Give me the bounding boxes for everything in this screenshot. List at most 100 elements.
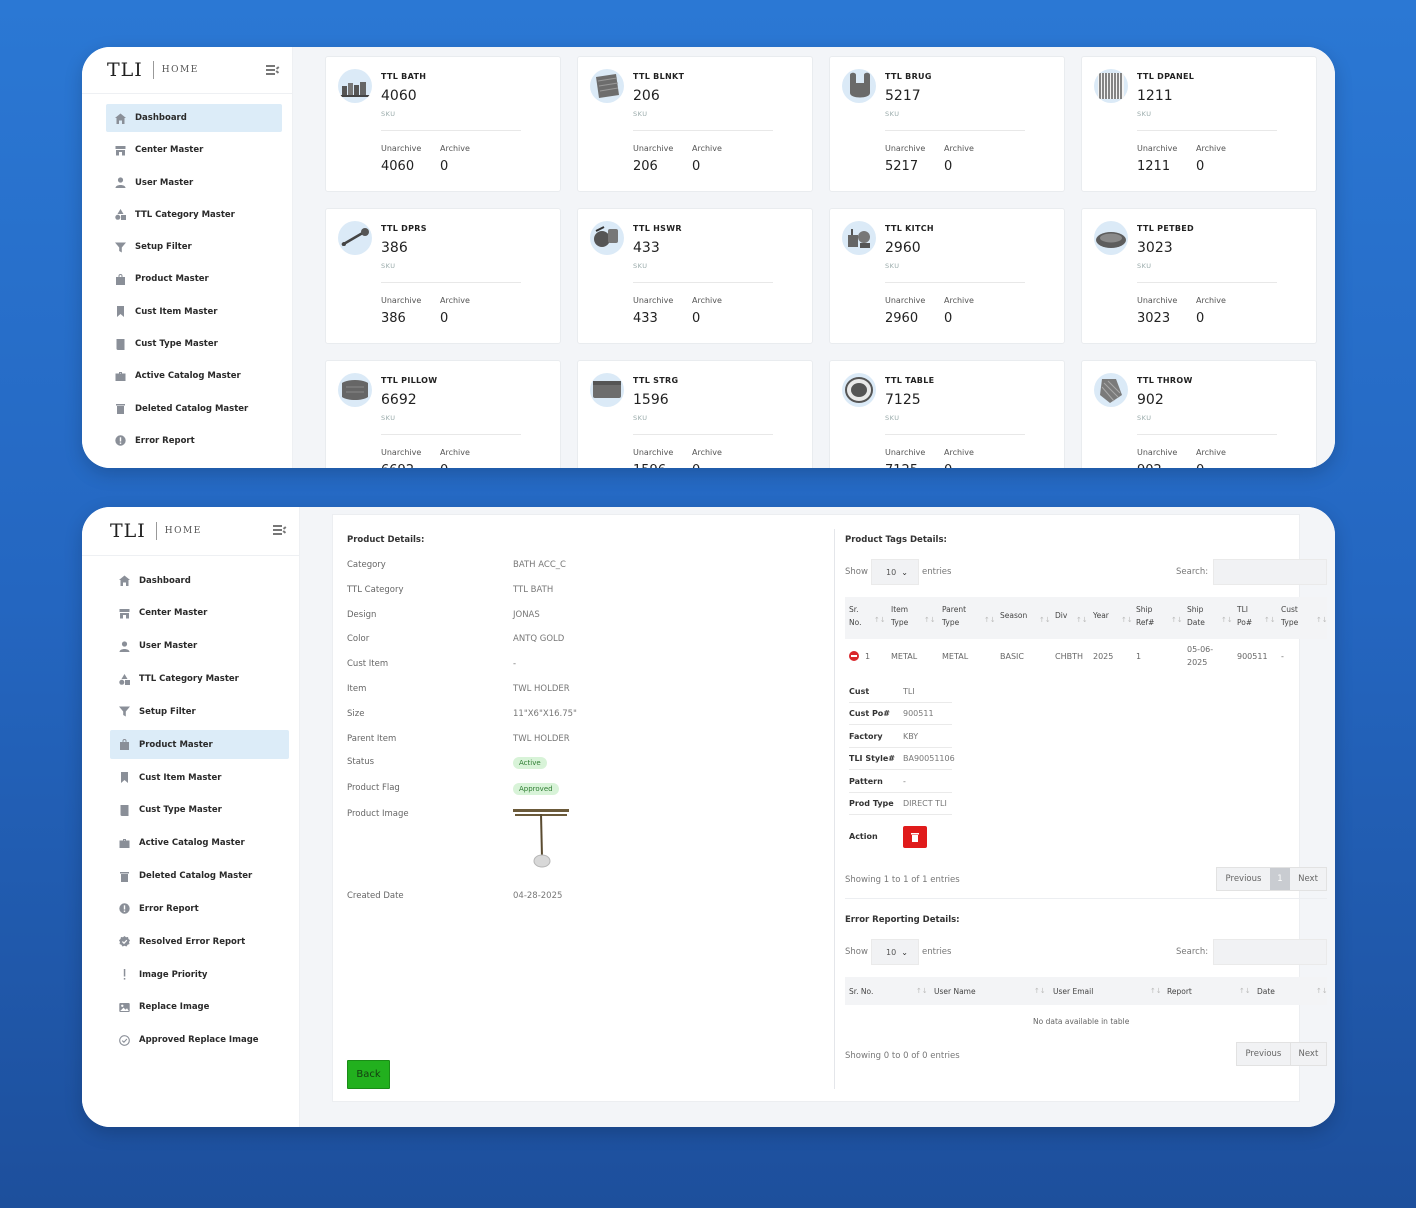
sidebar-item-cust-item-master[interactable]: Cust Item Master <box>106 298 282 326</box>
errors-col-header[interactable]: Report <box>1167 985 1192 998</box>
unarchive-count[interactable]: 3023 <box>1137 311 1170 326</box>
sort-icon[interactable]: ↑↓ <box>1221 616 1233 624</box>
sidebar-item-user-master[interactable]: User Master <box>106 169 282 197</box>
sort-icon[interactable]: ↑↓ <box>1150 987 1162 995</box>
sidebar-item-center-master[interactable]: Center Master <box>110 599 289 628</box>
sidebar-item-setup-filter[interactable]: Setup Filter <box>106 233 282 261</box>
category-card-ttl-strg[interactable]: TTL STRG 1596 SKU Unarchive Archive 1596 0 <box>577 360 813 468</box>
sort-icon[interactable]: ↑↓ <box>874 616 886 624</box>
category-card-ttl-throw[interactable]: TTL THROW 902 SKU Unarchive Archive 902 0 <box>1081 360 1317 468</box>
unarchive-count[interactable]: 386 <box>381 311 406 326</box>
unarchive-count[interactable]: 206 <box>633 159 658 174</box>
unarchive-count[interactable]: 7125 <box>885 463 918 468</box>
archive-count[interactable]: 0 <box>440 463 448 468</box>
sidebar-item-active-catalog-master[interactable]: Active Catalog Master <box>106 362 282 390</box>
sort-icon[interactable]: ↑↓ <box>1171 616 1183 624</box>
archive-count[interactable]: 0 <box>692 159 700 174</box>
sidebar-item-replace-image[interactable]: Replace Image <box>110 993 289 1022</box>
sidebar-item-error-report[interactable]: Error Report <box>106 427 282 455</box>
tags-col-header[interactable]: Cust Type <box>1281 603 1298 629</box>
tags-col-header[interactable]: Item Type <box>891 603 908 629</box>
category-card-ttl-blnkt[interactable]: TTL BLNKT 206 SKU Unarchive Archive 206 0 <box>577 56 813 192</box>
category-card-ttl-dprs[interactable]: TTL DPRS 386 SKU Unarchive Archive 386 0 <box>325 208 561 344</box>
sort-icon[interactable]: ↑↓ <box>1121 616 1133 624</box>
sort-icon[interactable]: ↑↓ <box>1034 987 1046 995</box>
archive-count[interactable]: 0 <box>944 311 952 326</box>
unarchive-count[interactable]: 4060 <box>381 159 414 174</box>
unarchive-count[interactable]: 433 <box>633 311 658 326</box>
category-card-ttl-table[interactable]: TTL TABLE 7125 SKU Unarchive Archive 7125 0 <box>829 360 1065 468</box>
archive-count[interactable]: 0 <box>1196 311 1204 326</box>
sidebar-item-cust-type-master[interactable]: Cust Type Master <box>106 330 282 358</box>
unarchive-count[interactable]: 902 <box>1137 463 1162 468</box>
collapse-row-icon[interactable] <box>849 651 859 661</box>
errors-col-header[interactable]: User Name <box>934 985 976 998</box>
brand-logo[interactable]: TLI <box>107 59 143 81</box>
category-card-ttl-pillow[interactable]: TTL PILLOW 6692 SKU Unarchive Archive 6692 0 <box>325 360 561 468</box>
category-card-ttl-petbed[interactable]: TTL PETBED 3023 SKU Unarchive Archive 3023 0 <box>1081 208 1317 344</box>
errors-col-header[interactable]: Date <box>1257 985 1275 998</box>
sidebar-item-dashboard[interactable]: Dashboard <box>106 104 282 132</box>
delete-tag-button[interactable] <box>903 826 927 848</box>
sidebar-item-image-priority[interactable]: Image Priority <box>110 960 289 989</box>
tags-next-button[interactable]: Next <box>1290 868 1326 890</box>
archive-count[interactable]: 0 <box>692 463 700 468</box>
archive-count[interactable]: 0 <box>944 159 952 174</box>
back-button[interactable]: Back <box>347 1060 390 1089</box>
sort-icon[interactable]: ↑↓ <box>924 616 936 624</box>
errors-prev-button[interactable]: Previous <box>1237 1043 1290 1065</box>
archive-count[interactable]: 0 <box>440 311 448 326</box>
archive-count[interactable]: 0 <box>1196 159 1204 174</box>
tags-col-header[interactable]: Ship Date <box>1187 603 1205 629</box>
menu-collapse-icon[interactable] <box>266 64 280 75</box>
category-card-ttl-brug[interactable]: TTL BRUG 5217 SKU Unarchive Archive 5217 0 <box>829 56 1065 192</box>
sidebar-item-deleted-catalog-master[interactable]: Deleted Catalog Master <box>110 862 289 891</box>
sidebar-item-ttl-category-master[interactable]: TTL Category Master <box>106 201 282 229</box>
brand-logo[interactable]: TLI <box>110 520 146 542</box>
sidebar-item-user-master[interactable]: User Master <box>110 632 289 661</box>
brand-home-link[interactable]: HOME <box>162 65 199 75</box>
sort-icon[interactable]: ↑↓ <box>916 987 928 995</box>
sort-icon[interactable]: ↑↓ <box>1264 616 1276 624</box>
tags-col-header[interactable]: Year <box>1093 609 1109 622</box>
unarchive-count[interactable]: 6692 <box>381 463 414 468</box>
unarchive-count[interactable]: 1596 <box>633 463 666 468</box>
archive-count[interactable]: 0 <box>692 311 700 326</box>
sidebar-item-dashboard[interactable]: Dashboard <box>110 566 289 595</box>
sidebar-item-cust-type-master[interactable]: Cust Type Master <box>110 796 289 825</box>
sidebar-item-deleted-catalog-master[interactable]: Deleted Catalog Master <box>106 395 282 423</box>
sort-icon[interactable]: ↑↓ <box>1076 616 1088 624</box>
tags-page-1[interactable]: 1 <box>1270 868 1290 890</box>
tags-prev-button[interactable]: Previous <box>1217 868 1270 890</box>
tags-length-select[interactable]: 10 ⌄ <box>871 559 919 585</box>
tags-col-header[interactable]: Sr. No. <box>849 603 861 629</box>
sidebar-item-center-master[interactable]: Center Master <box>106 136 282 164</box>
sidebar-item-product-master[interactable]: Product Master <box>110 730 289 760</box>
errors-search-input[interactable] <box>1213 939 1327 965</box>
tags-col-header[interactable]: Season <box>1000 609 1027 622</box>
sort-icon[interactable]: ↑↓ <box>984 616 996 624</box>
unarchive-count[interactable]: 2960 <box>885 311 918 326</box>
menu-collapse-icon[interactable] <box>273 524 287 535</box>
tags-search-input[interactable] <box>1213 559 1327 585</box>
sidebar-item-cust-item-master[interactable]: Cust Item Master <box>110 763 289 792</box>
sidebar-item-error-report[interactable]: Error Report <box>110 894 289 923</box>
tags-col-header[interactable]: TLI Po# <box>1237 603 1252 629</box>
category-card-ttl-kitch[interactable]: TTL KITCH 2960 SKU Unarchive Archive 2960 0 <box>829 208 1065 344</box>
tags-col-header[interactable]: Div <box>1055 609 1067 622</box>
archive-count[interactable]: 0 <box>944 463 952 468</box>
sort-icon[interactable]: ↑↓ <box>1239 987 1251 995</box>
sidebar-item-ttl-category-master[interactable]: TTL Category Master <box>110 665 289 694</box>
tags-col-header[interactable]: Ship Ref# <box>1136 603 1154 629</box>
unarchive-count[interactable]: 1211 <box>1137 159 1170 174</box>
sort-icon[interactable]: ↑↓ <box>1039 616 1051 624</box>
product-image[interactable] <box>511 805 573 869</box>
category-card-ttl-bath[interactable]: TTL BATH 4060 SKU Unarchive Archive 4060 0 <box>325 56 561 192</box>
category-card-ttl-hswr[interactable]: TTL HSWR 433 SKU Unarchive Archive 433 0 <box>577 208 813 344</box>
errors-next-button[interactable]: Next <box>1289 1043 1326 1065</box>
sidebar-item-setup-filter[interactable]: Setup Filter <box>110 697 289 726</box>
sort-icon[interactable]: ↑↓ <box>1316 616 1328 624</box>
sidebar-item-approved-replace-image[interactable]: Approved Replace Image <box>110 1026 289 1055</box>
errors-col-header[interactable]: Sr. No. <box>849 985 873 998</box>
unarchive-count[interactable]: 5217 <box>885 159 918 174</box>
